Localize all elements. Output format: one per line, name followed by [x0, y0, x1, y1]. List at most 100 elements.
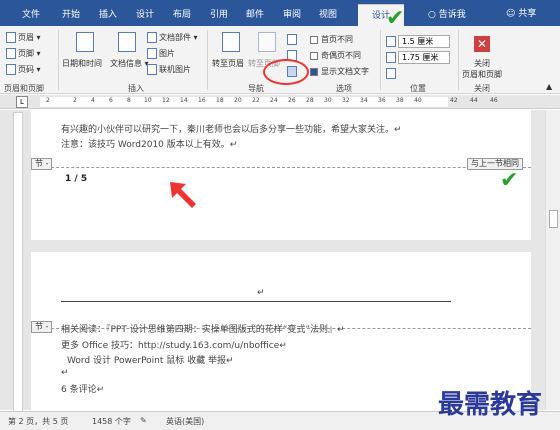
picture-button[interactable]: 图片 — [147, 48, 175, 59]
doc-info-icon[interactable] — [118, 32, 136, 52]
ribbon-divider — [458, 30, 459, 90]
ruler-tick: 30 — [324, 97, 332, 104]
tab-insert[interactable]: 插入 — [99, 7, 117, 20]
scroll-thumb[interactable] — [549, 210, 558, 228]
online-picture-button[interactable]: 联机图片 — [147, 64, 191, 75]
section-tag: 节 - — [31, 321, 53, 333]
page-number-label: 页码 — [18, 65, 34, 74]
header-icon — [6, 32, 16, 43]
page-number-button[interactable]: 页码 ▾ — [6, 64, 41, 75]
collapse-ribbon-icon[interactable]: ▲ — [546, 82, 552, 91]
ribbon-divider — [207, 30, 208, 90]
diff-odd-even-checkbox[interactable]: 奇偶页不同 — [310, 50, 361, 61]
doc-info-button[interactable]: 文档信息 ▾ — [110, 58, 149, 69]
datetime-button[interactable]: 日期和时间 — [62, 58, 102, 69]
ruler-text-area — [40, 97, 448, 107]
footer-bottom-spinner[interactable]: 1.75 厘米 — [398, 51, 450, 64]
proofing-icon[interactable]: ✎ — [140, 416, 147, 425]
calendar-icon[interactable] — [76, 32, 94, 52]
previous-section-icon[interactable] — [287, 34, 299, 45]
footer-bottom-icon — [386, 52, 398, 63]
ruler-tick: 12 — [162, 97, 170, 104]
tell-me-box[interactable]: ○ 告诉我 — [428, 7, 466, 20]
vertical-scrollbar[interactable] — [545, 110, 560, 410]
diff-odd-even-label: 奇偶页不同 — [321, 51, 361, 60]
header-line — [61, 301, 451, 302]
tab-view[interactable]: 视图 — [319, 7, 337, 20]
header-top-icon — [386, 36, 398, 47]
paragraph-mark: ↵ — [257, 288, 265, 298]
share-button[interactable]: ☺ 共享 — [506, 6, 536, 19]
ruler-tick: 38 — [396, 97, 404, 104]
tab-references[interactable]: 引用 — [210, 7, 228, 20]
tab-review[interactable]: 审阅 — [283, 7, 301, 20]
language[interactable]: 英语(美国) — [166, 416, 204, 427]
ribbon-divider — [58, 30, 59, 90]
body-text-line: 相关阅读：『PPT 设计思维第四期：实操单图版式的花样“变式”法则』↵ — [61, 325, 345, 335]
red-arrow-icon — [170, 182, 196, 208]
page-number-icon — [6, 64, 16, 75]
group-label-position: 位置 — [410, 84, 426, 93]
show-doc-text-checkbox[interactable]: 显示文档文字 — [310, 66, 369, 77]
ruler-tick: 18 — [216, 97, 224, 104]
group-label-close: 关闭 — [474, 84, 490, 93]
doc-parts-button[interactable]: 文档部件 ▾ — [147, 32, 198, 43]
body-text-line: Word 设计 PowerPoint 鼠标 收藏 举报↵ — [67, 356, 234, 366]
body-text-line: ↵ — [61, 368, 69, 378]
header-button[interactable]: 页眉 ▾ — [6, 32, 41, 43]
body-text-line: 注意：该技巧 Word2010 版本以上有效。↵ — [61, 140, 238, 150]
ruler-tick: 44 — [470, 97, 478, 104]
ruler-tick: 6 — [109, 97, 113, 104]
header-label: 页眉 — [18, 33, 34, 42]
group-label-navigation: 导航 — [248, 84, 264, 93]
page-number-field[interactable]: 1 / 5 — [65, 174, 87, 184]
horizontal-ruler: L 2 2 4 6 8 10 12 14 16 18 20 22 24 26 2… — [0, 95, 560, 109]
goto-header-icon[interactable] — [222, 32, 240, 52]
ribbon-divider — [380, 30, 381, 90]
close-label-2[interactable]: 页眉和页脚 — [462, 69, 502, 80]
ruler-tick: 4 — [91, 97, 95, 104]
footer-button[interactable]: 页脚 ▾ — [6, 48, 41, 59]
tab-file[interactable]: 文件 — [22, 7, 40, 20]
doc-info-label: 文档信息 — [110, 59, 142, 68]
ruler-tick: 34 — [360, 97, 368, 104]
diff-first-label: 首页不同 — [321, 35, 353, 44]
close-label-1[interactable]: 关闭 — [474, 58, 490, 69]
ruler-tick: 2 — [73, 97, 77, 104]
doc-parts-label: 文档部件 — [159, 33, 191, 42]
body-text-line: 6 条评论↵ — [61, 385, 105, 395]
ruler-tick: 8 — [127, 97, 131, 104]
footer-label: 页脚 — [18, 49, 34, 58]
section-tag: 节 - — [31, 158, 53, 170]
header-top-spinner[interactable]: 1.5 厘米 — [398, 35, 450, 48]
diff-first-page-checkbox[interactable]: 首页不同 — [310, 34, 353, 45]
tab-selector[interactable]: L — [16, 96, 28, 108]
ribbon-tab-bar: 文件 开始 插入 设计 布局 引用 邮件 审阅 视图 设计 ○ 告诉我 ☺ 共享 — [0, 0, 560, 26]
tab-mailings[interactable]: 邮件 — [246, 7, 264, 20]
body-text-line: 有兴趣的小伙伴可以研究一下，秦川老师也会以后多分享一些功能，希望大家关注。↵ — [61, 125, 402, 135]
share-label: 共享 — [518, 9, 537, 19]
checkmark-icon: ✔ — [386, 6, 405, 31]
group-label-insert: 插入 — [128, 84, 144, 93]
page-1[interactable]: 有兴趣的小伙伴可以研究一下，秦川老师也会以后多分享一些功能，希望大家关注。↵ 注… — [31, 110, 531, 240]
tab-home[interactable]: 开始 — [62, 7, 80, 20]
doc-parts-icon — [147, 32, 157, 43]
insert-alignment-tab-icon[interactable] — [386, 68, 398, 79]
online-picture-icon — [147, 64, 157, 75]
tab-design[interactable]: 设计 — [136, 7, 154, 20]
body-text-line: 更多 Office 技巧：http://study.163.com/u/nbof… — [61, 341, 287, 351]
footer-boundary — [31, 167, 531, 168]
word-count[interactable]: 1458 个字 — [92, 416, 131, 427]
ruler-tick: 42 — [450, 97, 458, 104]
ruler-tick: 36 — [378, 97, 386, 104]
goto-footer-icon[interactable] — [258, 32, 276, 52]
goto-header-button[interactable]: 转至页眉 — [212, 58, 244, 69]
tell-me-label: 告诉我 — [438, 10, 466, 20]
group-label-options: 选项 — [336, 84, 352, 93]
group-label-header-footer: 页眉和页脚 — [4, 84, 44, 93]
highlight-circle — [263, 59, 309, 85]
page-count[interactable]: 第 2 页，共 5 页 — [8, 416, 68, 427]
picture-label: 图片 — [159, 49, 175, 58]
tab-layout[interactable]: 布局 — [173, 7, 191, 20]
close-header-footer-icon[interactable]: ✕ — [474, 36, 490, 52]
